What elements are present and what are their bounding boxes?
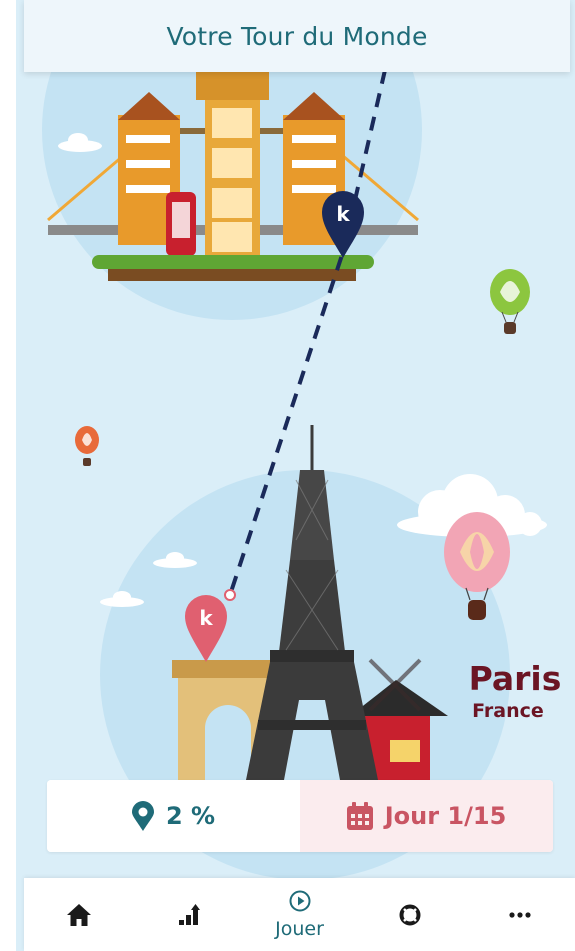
tab-help[interactable]	[355, 878, 465, 951]
progress-stats-bar: 2 % Jour 1/15	[47, 780, 553, 852]
progress-stat: 2 %	[47, 780, 300, 852]
map-pin-icon	[131, 801, 154, 831]
play-icon	[289, 890, 310, 911]
green-balloon-icon	[490, 269, 530, 334]
country-name: France	[472, 700, 544, 722]
home-icon	[67, 903, 92, 926]
tab-play[interactable]: Jouer	[244, 878, 354, 951]
bottom-tab-bar: Jouer	[24, 878, 575, 951]
app-header: Votre Tour du Monde	[24, 0, 570, 72]
tab-more[interactable]	[465, 878, 575, 951]
svg-text:k: k	[199, 606, 213, 630]
day-value: Jour 1/15	[384, 802, 507, 830]
calendar-icon	[346, 802, 373, 830]
small-balloon-icon	[75, 426, 99, 466]
tab-play-label: Jouer	[275, 917, 324, 940]
page-title: Votre Tour du Monde	[166, 21, 428, 51]
ranking-icon	[179, 903, 201, 925]
tab-home[interactable]	[24, 878, 134, 951]
day-stat: Jour 1/15	[300, 780, 553, 852]
progress-value: 2 %	[165, 802, 216, 830]
svg-text:k: k	[336, 202, 350, 226]
more-icon	[509, 911, 531, 918]
lifebuoy-icon	[399, 904, 421, 925]
app-screen: k k Paris France Votre Tour du Monde 2 %…	[0, 0, 575, 951]
tab-ranking[interactable]	[134, 878, 244, 951]
city-name: Paris	[469, 659, 562, 698]
